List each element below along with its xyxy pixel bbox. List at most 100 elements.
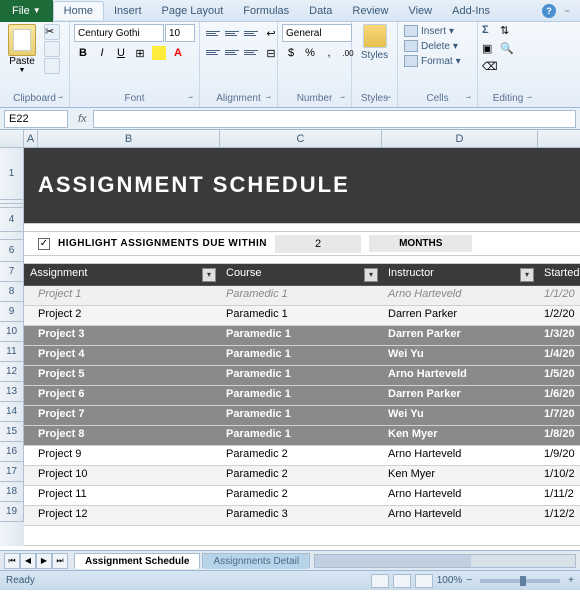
- sheet-nav-prev[interactable]: ◀: [20, 553, 36, 569]
- sort-filter-button[interactable]: ⇅: [500, 24, 516, 40]
- insert-cells-button[interactable]: Insert ▾: [402, 24, 463, 38]
- row-header[interactable]: 6: [0, 240, 24, 262]
- cell-course[interactable]: Paramedic 2: [220, 466, 382, 485]
- name-box[interactable]: [4, 110, 68, 128]
- row-header[interactable]: 18: [0, 482, 24, 502]
- font-color-button[interactable]: A: [169, 44, 187, 62]
- clear-button[interactable]: ⌫: [482, 60, 498, 76]
- highlight-checkbox[interactable]: ✓: [38, 238, 50, 250]
- tab-addins[interactable]: Add-Ins: [442, 2, 500, 20]
- cell-started[interactable]: 1/1/20: [538, 286, 580, 305]
- cell-assignment[interactable]: Project 10: [24, 466, 220, 485]
- table-row[interactable]: Project 5Paramedic 1Arno Harteveld1/5/20: [24, 366, 580, 386]
- cell-instructor[interactable]: Arno Harteveld: [382, 366, 538, 385]
- align-middle-button[interactable]: [223, 24, 241, 42]
- row-header[interactable]: 4: [0, 208, 24, 232]
- row-header[interactable]: 15: [0, 422, 24, 442]
- autosum-button[interactable]: Σ: [482, 24, 498, 40]
- sheet-nav-first[interactable]: ⏮: [4, 553, 20, 569]
- cell-instructor[interactable]: Wei Yu: [382, 346, 538, 365]
- row-header[interactable]: [0, 232, 24, 240]
- table-row[interactable]: Project 2Paramedic 1Darren Parker1/2/20: [24, 306, 580, 326]
- cell-instructor[interactable]: Ken Myer: [382, 426, 538, 445]
- cell-instructor[interactable]: Darren Parker: [382, 326, 538, 345]
- sheet-nav-last[interactable]: ⏭: [52, 553, 68, 569]
- align-left-button[interactable]: [204, 43, 222, 61]
- cell-instructor[interactable]: Wei Yu: [382, 406, 538, 425]
- filter-dropdown-icon[interactable]: ▾: [202, 268, 216, 282]
- cell-course[interactable]: Paramedic 1: [220, 346, 382, 365]
- cell-started[interactable]: 1/11/2: [538, 486, 580, 505]
- delete-cells-button[interactable]: Delete ▾: [402, 39, 463, 53]
- cell-assignment[interactable]: Project 3: [24, 326, 220, 345]
- row-header[interactable]: 7: [0, 262, 24, 282]
- cell-course[interactable]: Paramedic 2: [220, 486, 382, 505]
- filter-value[interactable]: 2: [275, 235, 361, 253]
- select-all-corner[interactable]: [0, 130, 24, 147]
- cell-assignment[interactable]: Project 6: [24, 386, 220, 405]
- italic-button[interactable]: I: [93, 44, 111, 62]
- zoom-slider[interactable]: [480, 579, 560, 583]
- sheet-title-cell[interactable]: ASSIGNMENT SCHEDULE: [24, 148, 580, 224]
- minimize-ribbon-icon[interactable]: −: [560, 4, 574, 18]
- view-page-layout-button[interactable]: [393, 574, 411, 588]
- cell-started[interactable]: 1/3/20: [538, 326, 580, 345]
- tab-page-layout[interactable]: Page Layout: [152, 2, 234, 20]
- col-header-c[interactable]: C: [220, 130, 382, 147]
- tab-view[interactable]: View: [398, 2, 442, 20]
- cell-assignment[interactable]: Project 8: [24, 426, 220, 445]
- col-header-d[interactable]: D: [382, 130, 538, 147]
- th-started[interactable]: Started: [538, 264, 580, 285]
- underline-button[interactable]: U: [112, 44, 130, 62]
- table-row[interactable]: Project 8Paramedic 1Ken Myer1/8/20: [24, 426, 580, 446]
- sheet-tab-detail[interactable]: Assignments Detail: [202, 553, 310, 569]
- cell-course[interactable]: Paramedic 1: [220, 386, 382, 405]
- tab-insert[interactable]: Insert: [104, 2, 152, 20]
- view-page-break-button[interactable]: [415, 574, 433, 588]
- th-assignment[interactable]: Assignment▾: [24, 264, 220, 285]
- format-painter-icon[interactable]: [44, 58, 60, 74]
- align-top-button[interactable]: [204, 24, 222, 42]
- cell-course[interactable]: Paramedic 1: [220, 426, 382, 445]
- help-icon[interactable]: ?: [542, 4, 556, 18]
- cell-course[interactable]: Paramedic 3: [220, 506, 382, 525]
- fx-icon[interactable]: fx: [72, 113, 93, 125]
- zoom-out-button[interactable]: −: [466, 575, 472, 586]
- fill-color-button[interactable]: [152, 46, 166, 60]
- table-row[interactable]: Project 3Paramedic 1Darren Parker1/3/20: [24, 326, 580, 346]
- cell-instructor[interactable]: Arno Harteveld: [382, 506, 538, 525]
- row-header[interactable]: 1: [0, 148, 24, 200]
- copy-icon[interactable]: [44, 41, 60, 57]
- cell-instructor[interactable]: Arno Harteveld: [382, 446, 538, 465]
- currency-button[interactable]: $: [282, 44, 300, 62]
- font-name-input[interactable]: [74, 24, 164, 42]
- cell-course[interactable]: Paramedic 1: [220, 406, 382, 425]
- percent-button[interactable]: %: [301, 44, 319, 62]
- tab-review[interactable]: Review: [342, 2, 398, 20]
- cell-started[interactable]: 1/9/20: [538, 446, 580, 465]
- cell-course[interactable]: Paramedic 1: [220, 306, 382, 325]
- table-row[interactable]: Project 10Paramedic 2Ken Myer1/10/2: [24, 466, 580, 486]
- cell-assignment[interactable]: Project 4: [24, 346, 220, 365]
- th-course[interactable]: Course▾: [220, 264, 382, 285]
- cell-started[interactable]: 1/5/20: [538, 366, 580, 385]
- align-center-button[interactable]: [223, 43, 241, 61]
- align-bottom-button[interactable]: [242, 24, 260, 42]
- cell-course[interactable]: Paramedic 1: [220, 326, 382, 345]
- row-header[interactable]: 10: [0, 322, 24, 342]
- cell-instructor[interactable]: Darren Parker: [382, 306, 538, 325]
- cell-started[interactable]: 1/7/20: [538, 406, 580, 425]
- cell-started[interactable]: 1/6/20: [538, 386, 580, 405]
- zoom-in-button[interactable]: +: [568, 575, 574, 586]
- cut-icon[interactable]: ✂: [44, 24, 60, 40]
- cell-course[interactable]: Paramedic 1: [220, 286, 382, 305]
- cell-started[interactable]: 1/12/2: [538, 506, 580, 525]
- number-format-input[interactable]: [282, 24, 352, 42]
- cell-started[interactable]: 1/10/2: [538, 466, 580, 485]
- col-header-b[interactable]: B: [38, 130, 220, 147]
- tab-data[interactable]: Data: [299, 2, 342, 20]
- fill-button[interactable]: ▣: [482, 42, 498, 58]
- row-header[interactable]: 14: [0, 402, 24, 422]
- find-button[interactable]: 🔍: [500, 42, 516, 58]
- cell-instructor[interactable]: Darren Parker: [382, 386, 538, 405]
